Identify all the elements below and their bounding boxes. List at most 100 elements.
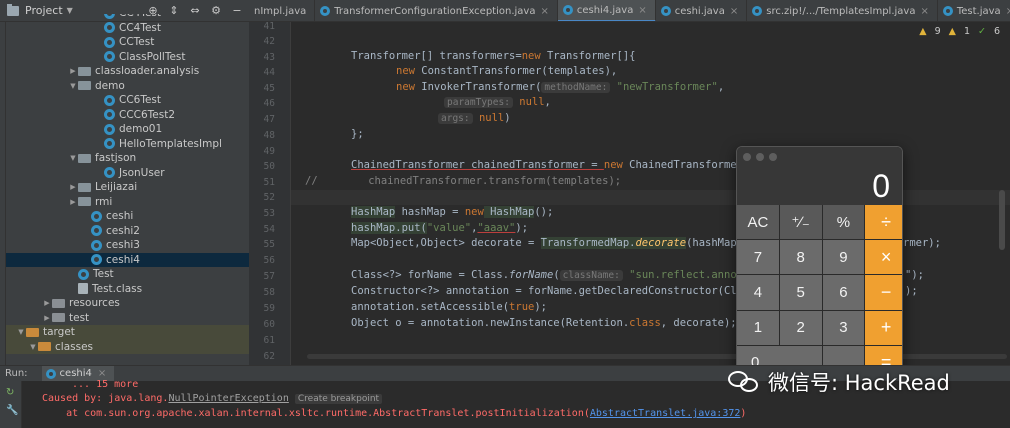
line-number: 60 bbox=[263, 319, 275, 330]
line-number: 49 bbox=[263, 146, 275, 157]
project-tree-item[interactable]: CC6Test bbox=[6, 93, 249, 108]
calc-key-digit-1[interactable]: 1 bbox=[737, 310, 779, 345]
line-number: 41 bbox=[263, 21, 275, 32]
project-tree-item[interactable]: CCTest bbox=[6, 35, 249, 50]
close-icon[interactable]: × bbox=[730, 6, 738, 17]
project-tree-item[interactable]: Test.class bbox=[6, 282, 249, 297]
code-line-54: hashMap.put("value","aaav"); bbox=[351, 222, 529, 234]
project-tree-item[interactable]: Test bbox=[6, 267, 249, 282]
line-number: 42 bbox=[263, 36, 275, 47]
calc-key-digit-3[interactable]: 3 bbox=[822, 310, 865, 345]
close-icon[interactable]: × bbox=[920, 6, 928, 17]
project-tree-item[interactable]: ▼ classes bbox=[6, 339, 249, 354]
line-number: 55 bbox=[263, 239, 275, 250]
project-tree-item[interactable]: ▶ resources bbox=[6, 296, 249, 311]
calc-key-minus[interactable]: − bbox=[865, 275, 902, 310]
calc-key-plus-minus[interactable]: ⁺∕₋ bbox=[779, 205, 822, 240]
chevron-down-icon[interactable]: ▼ bbox=[16, 328, 26, 336]
class-icon bbox=[104, 51, 115, 63]
project-tree-item[interactable]: CCC6Test2 bbox=[6, 108, 249, 123]
project-tree-item[interactable]: ▶ rmi bbox=[6, 195, 249, 210]
wrench-icon[interactable]: 🔧 bbox=[6, 405, 18, 416]
calculator-window[interactable]: 0 AC ⁺∕₋% ÷ 7 8 9 × 4 5 6−1 2 3 +0. = bbox=[736, 146, 903, 375]
rerun-icon[interactable]: ↻ bbox=[6, 387, 16, 398]
calc-key-digit-7[interactable]: 7 bbox=[737, 240, 779, 275]
editor-tab[interactable]: src.zip!/.../TemplatesImpl.java × bbox=[747, 0, 938, 21]
package-icon bbox=[78, 182, 91, 192]
chevron-right-icon[interactable]: ▶ bbox=[68, 67, 78, 75]
code-line-46: paramTypes: null, bbox=[444, 96, 551, 108]
project-tree-item[interactable]: ceshi3 bbox=[6, 238, 249, 253]
close-icon[interactable]: × bbox=[540, 6, 548, 17]
calculator-titlebar[interactable] bbox=[737, 147, 902, 167]
project-tree-item[interactable]: ▼ target bbox=[6, 325, 249, 340]
line-number-gutter: 41 42 43 44 45 46 47 48 49 50 51 52 53 54 55 56 57 58 59 60… bbox=[249, 21, 291, 365]
project-tree-item[interactable]: ClassPollTest bbox=[6, 50, 249, 65]
editor-tab[interactable]: ceshi4.java × bbox=[557, 0, 656, 21]
create-breakpoint-button[interactable]: Create breakpoint bbox=[294, 394, 383, 404]
code-line-58: Constructor<?> annotation = forName.getD… bbox=[351, 285, 775, 297]
param-hint: paramTypes: bbox=[444, 97, 513, 108]
chevron-down-icon[interactable]: ▼ bbox=[68, 82, 78, 90]
chevron-right-icon[interactable]: ▶ bbox=[68, 183, 78, 191]
project-tree-item-label: test bbox=[69, 311, 90, 324]
calc-key-digit-2[interactable]: 2 bbox=[779, 310, 822, 345]
zoom-dot[interactable] bbox=[769, 153, 777, 161]
chevron-down-icon[interactable]: ▼ bbox=[28, 343, 38, 351]
project-tree-item[interactable]: demo01 bbox=[6, 122, 249, 137]
chevron-right-icon[interactable]: ▶ bbox=[68, 198, 78, 206]
project-tree-item[interactable]: ▶ classloader.analysis bbox=[6, 64, 249, 79]
calc-key-digit-8[interactable]: 8 bbox=[779, 240, 822, 275]
line-number: 48 bbox=[263, 130, 275, 141]
calc-key-percent[interactable]: % bbox=[822, 205, 865, 240]
editor-tab[interactable]: ceshi.java × bbox=[656, 0, 748, 21]
project-tree-item[interactable]: ▼ demo bbox=[6, 79, 249, 94]
project-tree-item[interactable]: JsonUser bbox=[6, 166, 249, 181]
code-line-57-tail: "); bbox=[905, 269, 924, 281]
editor-tab[interactable]: Test.java × bbox=[938, 0, 1010, 21]
chevron-right-icon[interactable]: ▶ bbox=[42, 299, 52, 307]
code-line-51: // chainedTransformer.transform(template… bbox=[305, 175, 622, 187]
class-icon bbox=[91, 239, 102, 251]
project-tree-item[interactable]: HelloTemplatesImpl bbox=[6, 137, 249, 152]
class-icon bbox=[78, 268, 89, 280]
calc-key-digit-5[interactable]: 5 bbox=[779, 275, 822, 310]
code-line-53: HashMap hashMap = new HashMap(); bbox=[351, 206, 554, 218]
calc-key-divide[interactable]: ÷ bbox=[865, 205, 902, 240]
project-tree-item[interactable]: ceshi4 bbox=[6, 252, 249, 267]
project-tree-item[interactable]: ceshi bbox=[6, 209, 249, 224]
editor-tab[interactable]: TransformerConfigurationException.java × bbox=[315, 0, 558, 21]
exception-link[interactable]: NullPointerException bbox=[168, 393, 288, 404]
close-dot[interactable] bbox=[743, 153, 751, 161]
chevron-right-icon[interactable]: ▶ bbox=[42, 314, 52, 322]
class-icon bbox=[91, 210, 102, 222]
calc-key-all-clear[interactable]: AC bbox=[737, 205, 779, 240]
project-tree-item[interactable]: ▶ test bbox=[6, 311, 249, 326]
project-tree-item[interactable]: ▼ fastjson bbox=[6, 151, 249, 166]
inspection-status[interactable]: ▲ 9 ▲ 1 ✓ 6 bbox=[919, 26, 1000, 37]
calc-key-multiply[interactable]: × bbox=[865, 240, 902, 275]
calc-key-plus[interactable]: + bbox=[865, 310, 902, 345]
line-number: 46 bbox=[263, 98, 275, 109]
source-link[interactable]: AbstractTranslet.java:372 bbox=[590, 408, 741, 419]
line-number: 51 bbox=[263, 177, 275, 188]
calc-key-digit-4[interactable]: 4 bbox=[737, 275, 779, 310]
close-icon[interactable]: × bbox=[98, 368, 106, 379]
file-icon bbox=[78, 283, 88, 295]
close-icon[interactable]: × bbox=[1006, 6, 1010, 17]
code-line-57: Class<?> forName = Class.forName(classNa… bbox=[351, 269, 781, 281]
minimize-dot[interactable] bbox=[756, 153, 764, 161]
chevron-down-icon[interactable]: ▼ bbox=[68, 154, 78, 162]
class-icon bbox=[320, 6, 331, 16]
project-tree-item[interactable]: ▶ Leijiazai bbox=[6, 180, 249, 195]
editor-tab[interactable]: nImpl.java bbox=[249, 0, 316, 21]
calc-key-digit-9[interactable]: 9 bbox=[822, 240, 865, 275]
ok-count: 6 bbox=[993, 26, 1000, 37]
project-tree-item[interactable]: CC4Test bbox=[6, 21, 249, 36]
close-icon[interactable]: × bbox=[638, 5, 646, 16]
run-toolbar: ↻ 🔧 bbox=[0, 381, 22, 428]
project-tree-item[interactable]: ceshi2 bbox=[6, 224, 249, 239]
project-tree-item-label: CCTest bbox=[119, 36, 155, 49]
calc-key-digit-6[interactable]: 6 bbox=[822, 275, 865, 310]
vertical-scrollbar[interactable] bbox=[999, 190, 1005, 250]
